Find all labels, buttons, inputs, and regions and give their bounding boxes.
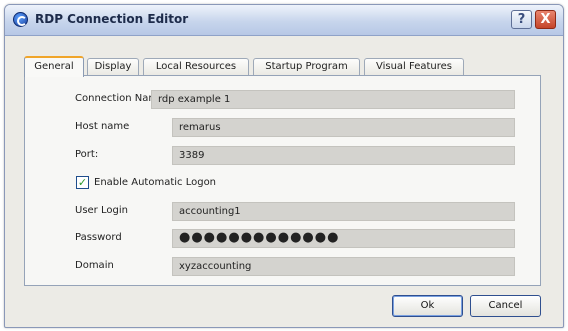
host-name-field[interactable]: remarus: [172, 118, 515, 137]
check-icon: ✓: [77, 176, 88, 189]
tab-local-resources[interactable]: Local Resources: [143, 58, 249, 76]
tab-general[interactable]: General: [24, 56, 84, 77]
ok-button[interactable]: Ok: [392, 295, 463, 317]
port-label: Port:: [75, 149, 99, 160]
cancel-button[interactable]: Cancel: [470, 295, 541, 317]
password-label: Password: [75, 232, 122, 243]
help-button[interactable]: ?: [511, 10, 532, 29]
tab-visual-features[interactable]: Visual Features: [364, 58, 464, 76]
user-login-field[interactable]: accounting1: [172, 202, 515, 221]
domain-label: Domain: [75, 260, 114, 271]
user-login-label: User Login: [75, 205, 128, 216]
tab-display[interactable]: Display: [87, 58, 139, 76]
host-name-label: Host name: [75, 121, 130, 132]
window-title: RDP Connection Editor: [35, 12, 189, 26]
close-button[interactable]: X: [535, 10, 556, 29]
auto-logon-label[interactable]: Enable Automatic Logon: [94, 177, 216, 188]
dialog-window: RDP Connection Editor ? X General Displa…: [4, 4, 564, 328]
auto-logon-checkbox[interactable]: ✓: [76, 176, 89, 189]
title-bar[interactable]: RDP Connection Editor ? X: [5, 5, 563, 36]
rdp-app-icon: [13, 12, 28, 27]
password-field[interactable]: ●●●●●●●●●●●●●: [172, 229, 515, 248]
tab-startup-program[interactable]: Startup Program: [253, 58, 360, 76]
connection-name-field[interactable]: rdp example 1: [151, 90, 515, 109]
domain-field[interactable]: xyzaccounting: [172, 257, 515, 276]
general-tab-panel: Connection Name rdp example 1 Host name …: [24, 75, 541, 286]
port-field[interactable]: 3389: [172, 146, 515, 165]
